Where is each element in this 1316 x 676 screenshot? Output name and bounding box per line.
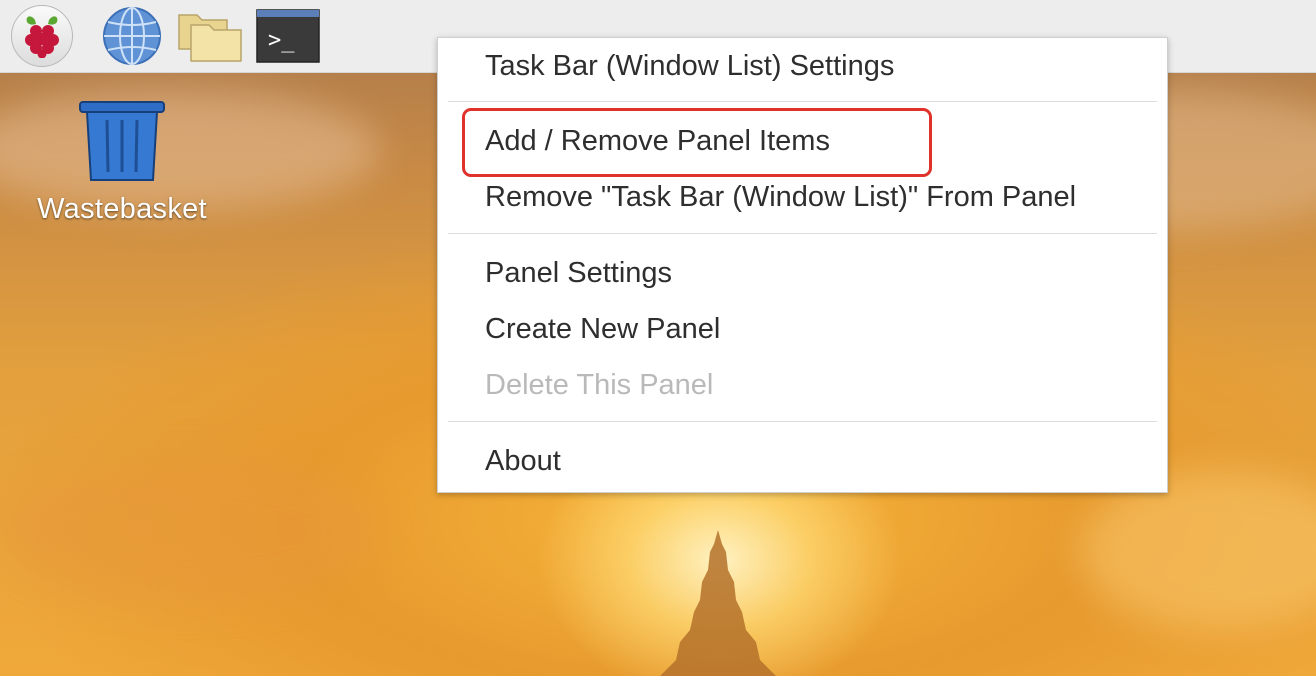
terminal-button[interactable]: >_	[254, 6, 322, 66]
folder-icon	[178, 14, 242, 62]
raspberry-menu-button[interactable]	[10, 5, 74, 67]
menu-item-remove-taskbar[interactable]: Remove "Task Bar (Window List)" From Pan…	[485, 181, 1076, 214]
menu-item-panel-settings[interactable]: Panel Settings	[485, 257, 672, 290]
globe-icon	[103, 7, 161, 65]
menu-item-delete-this-panel: Delete This Panel	[485, 369, 714, 401]
terminal-icon: >_	[256, 9, 320, 63]
cloud	[1080, 470, 1316, 630]
desktop-icon-label: Wastebasket	[37, 193, 207, 225]
trash-icon	[79, 101, 165, 181]
desktop-icon-wastebasket[interactable]: Wastebasket	[22, 100, 222, 226]
menu-separator	[448, 101, 1157, 102]
panel-context-menu: Task Bar (Window List) Settings Add / Re…	[437, 37, 1168, 493]
highlight-annotation-box	[462, 108, 932, 177]
menu-separator	[448, 421, 1157, 422]
web-browser-button[interactable]	[100, 6, 164, 66]
file-manager-button[interactable]	[176, 6, 244, 66]
menu-item-create-new-panel[interactable]: Create New Panel	[485, 313, 720, 346]
raspberry-menu-icon	[11, 5, 73, 67]
menu-item-about[interactable]: About	[485, 445, 561, 478]
pagoda-silhouette	[660, 530, 776, 676]
menu-separator	[448, 233, 1157, 234]
menu-item-taskbar-settings[interactable]: Task Bar (Window List) Settings	[485, 50, 894, 83]
svg-text:>_: >_	[268, 28, 295, 53]
cloud	[0, 460, 380, 600]
